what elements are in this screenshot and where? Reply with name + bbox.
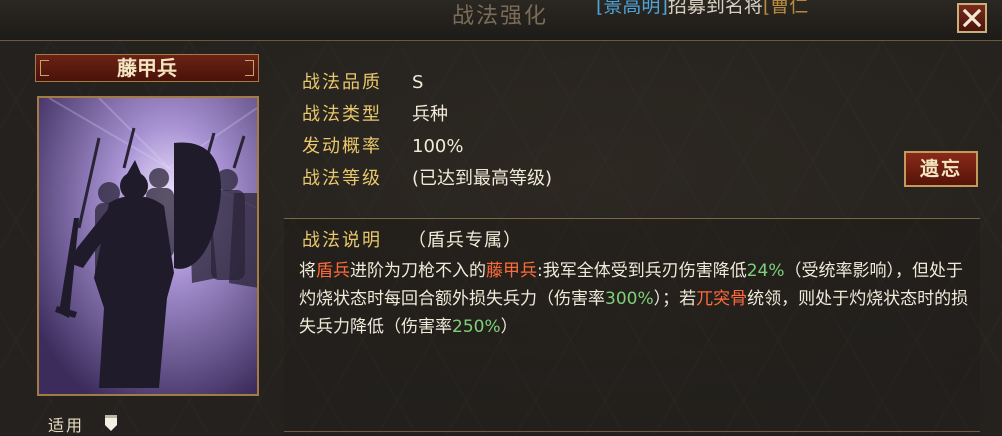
info-key: 战法类型 <box>302 104 382 125</box>
marquee-text: 招募到名将 <box>667 0 763 17</box>
info-value: S <box>412 72 424 93</box>
desc-seg: 将 <box>299 261 316 281</box>
desc-seg: ） <box>500 317 518 337</box>
window-title: 战法强化 <box>451 4 548 29</box>
description-header: 战法说明 （盾兵专属） <box>302 229 522 253</box>
apply-label: 适用 <box>48 416 85 435</box>
marquee-player-name: 景高明 <box>603 0 661 17</box>
info-key: 发动概率 <box>302 136 382 157</box>
tactic-card-image <box>37 96 259 396</box>
info-key: 战法品质 <box>302 72 382 93</box>
marquee-hero-name: 曹仁 <box>770 0 809 17</box>
info-value: 兵种 <box>412 104 448 125</box>
broadcast-marquee: [景高明]招募到名将[曹仁 <box>596 0 808 18</box>
desc-seg: ）；若 <box>653 289 697 309</box>
desc-seg-value: 250% <box>452 317 501 337</box>
info-value: 100% <box>412 136 464 157</box>
info-trigger-rate: 发动概率 100% <box>302 135 463 159</box>
forget-button[interactable]: 遗忘 <box>904 151 978 187</box>
description-panel: 战法说明 （盾兵专属） 将盾兵进阶为刀枪不入的藤甲兵:我军全体受到兵刃伤害降低24… <box>284 218 980 436</box>
info-level: 战法等级 (已达到最高等级) <box>302 167 552 191</box>
info-quality: 战法品质 S <box>302 71 423 95</box>
desc-seg-value: 300% <box>605 289 654 309</box>
desc-seg: :我军全体受到兵刃伤害降低 <box>537 261 747 281</box>
desc-seg: 进阶为刀枪不入的 <box>350 261 486 281</box>
info-value: (已达到最高等级) <box>412 168 553 189</box>
desc-seg-value: 24% <box>746 261 785 281</box>
desc-seg-highlight: 兀突骨 <box>696 289 748 309</box>
close-button[interactable] <box>957 3 987 33</box>
info-key: 战法等级 <box>302 168 382 189</box>
info-type: 战法类型 兵种 <box>302 103 448 127</box>
description-text: 将盾兵进阶为刀枪不入的藤甲兵:我军全体受到兵刃伤害降低24%（受统率影响），但处… <box>299 257 969 341</box>
close-icon <box>962 8 982 28</box>
marquee-bracket-close: ] <box>660 0 668 17</box>
desc-seg-highlight: 盾兵 <box>316 261 350 281</box>
tactic-name-plate: 藤甲兵 <box>35 54 259 82</box>
desc-seg-highlight: 藤甲兵 <box>486 261 537 281</box>
title-bar: 战法强化 [景高明]招募到名将[曹仁 <box>0 0 1002 41</box>
description-title: 战法说明 <box>302 230 382 251</box>
shield-icon <box>105 415 117 431</box>
description-tag: （盾兵专属） <box>408 230 522 251</box>
